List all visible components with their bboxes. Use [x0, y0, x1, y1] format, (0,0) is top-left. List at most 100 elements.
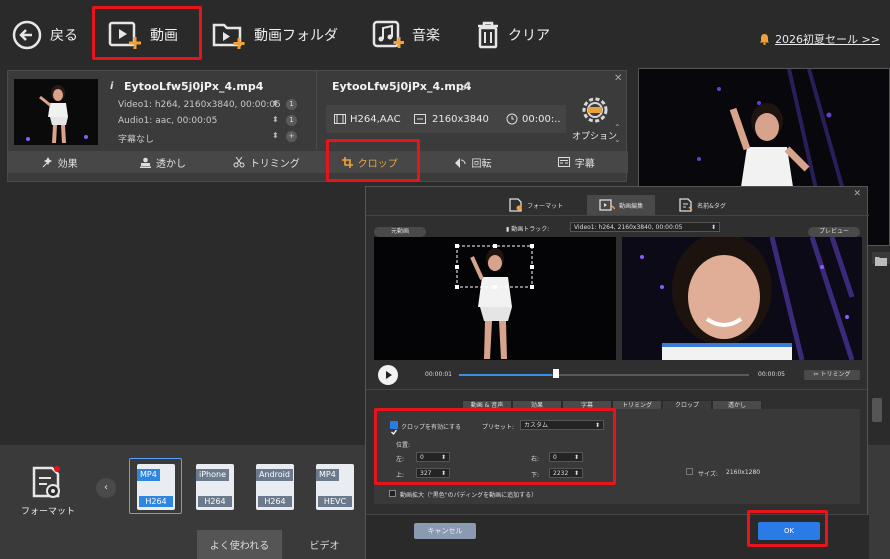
time-start: 00:00:01	[425, 371, 452, 378]
tab-name-tag[interactable]: 名前&タグ	[667, 195, 738, 215]
preview-label: プレビュー	[808, 227, 860, 237]
play-button[interactable]	[378, 365, 398, 385]
card-scroll-up-icon[interactable]: ⌃	[614, 123, 621, 132]
dialog-tabs: フォーマット 動画編集 名前&タグ	[366, 195, 869, 215]
preset-mp4-h264[interactable]: MP4 H264	[129, 458, 182, 514]
trim-tool[interactable]: トリミング	[215, 151, 318, 173]
side-scrollbar[interactable]	[872, 398, 882, 422]
audio-track-dropdown-icon[interactable]: ⬍	[272, 115, 279, 124]
options-gear-icon[interactable]	[578, 93, 612, 127]
side-folder-button[interactable]	[872, 252, 890, 266]
highlight-crop-settings	[374, 408, 616, 485]
watermark-icon	[139, 157, 151, 168]
options-label[interactable]: オプション	[572, 129, 617, 142]
player-divider	[366, 389, 869, 390]
highlight-ok-button	[747, 510, 828, 547]
promo-label: 2026初夏セール >>	[775, 33, 880, 46]
preset-android-h264[interactable]: Android H264	[250, 460, 298, 512]
timeline-handle[interactable]	[553, 369, 559, 378]
effect-tool[interactable]: 効果	[8, 151, 111, 173]
trim-scissors-icon: ✂	[813, 371, 819, 378]
watermark-tool[interactable]: 透かし	[111, 151, 214, 173]
track-label-text: 動画トラック:	[511, 226, 550, 233]
preset-mp4-hevc[interactable]: MP4 HEVC	[310, 460, 358, 512]
preset-iphone-h264[interactable]: iPhone H264	[190, 460, 238, 512]
timeline-track[interactable]	[459, 374, 749, 376]
tab-video[interactable]: ビデオ	[282, 530, 367, 559]
video-thumbnail[interactable]	[14, 79, 98, 145]
clear-button[interactable]: クリア	[476, 10, 550, 60]
video-folder-icon	[212, 23, 245, 49]
folder-label: 動画フォルダ	[254, 28, 338, 44]
add-folder-button[interactable]: 動画フォルダ	[212, 10, 338, 60]
preset-card: Android H264	[256, 464, 294, 510]
preset-bottom-label: H264	[139, 496, 173, 507]
back-button[interactable]: 戻る	[12, 10, 78, 60]
subtitle-dropdown-icon[interactable]: ⬍	[272, 131, 279, 140]
add-music-button[interactable]: 音楽	[372, 10, 440, 60]
trim-button-label: トリミング	[820, 371, 851, 378]
subtitle-add-icon[interactable]: +	[286, 131, 297, 142]
clock-icon	[506, 113, 518, 125]
tab-format[interactable]: フォーマット	[497, 195, 575, 215]
rotate-icon	[455, 157, 466, 168]
video-track-dropdown-icon[interactable]: ⬍	[272, 99, 279, 108]
promo-link[interactable]: 2026初夏セール >>	[759, 31, 880, 47]
video-track-count: 1	[286, 99, 297, 110]
resolution-icon	[414, 114, 426, 124]
bell-icon	[760, 34, 770, 45]
trash-icon	[478, 21, 498, 49]
scissors-icon	[233, 156, 245, 167]
subtitle-tool[interactable]: 字幕	[525, 151, 628, 173]
player-bar: 00:00:01 00:00:05 ✂ トリミング	[374, 364, 866, 386]
tab-common[interactable]: よく使われる	[197, 530, 282, 559]
original-video-view	[374, 237, 616, 360]
video-edit-tab-icon	[599, 199, 616, 211]
video-track-info: Video1: h264, 2160x3840, 00:00:05	[118, 100, 281, 110]
preset-bottom-label: H264	[258, 496, 292, 507]
audio-track-count: 1	[286, 115, 297, 126]
output-codec: H264,AAC	[350, 114, 401, 125]
edit-toolbar: 効果 透かし トリミング クロップ 回転 字幕	[8, 151, 628, 173]
preset-card: iPhone H264	[196, 464, 234, 510]
file-card: i EytooLfw5j0jPx_4.mp4 Video1: h264, 216…	[7, 70, 628, 182]
padding-label: 動画拡大（"黒色"のパディングを動画に追加する）	[400, 492, 538, 499]
trim-button[interactable]: ✂ トリミング	[804, 370, 860, 380]
settings-dialog: ✕ フォーマット 動画編集 名前&タグ 元動画 ▮ 動画トラック: Video1…	[365, 186, 869, 559]
track-film-icon: ▮	[506, 226, 510, 233]
video-track-select[interactable]: Video1: h264, 2160x3840, 00:00:05 ⬍	[570, 222, 720, 232]
output-tabs: よく使われる ビデオ	[197, 530, 367, 559]
back-arrow-icon	[12, 20, 42, 50]
preset-card: MP4 HEVC	[316, 464, 354, 510]
size-lock-icon[interactable]	[686, 468, 693, 475]
tab-video-edit[interactable]: 動画編集	[587, 195, 656, 215]
subtitle-info: 字幕なし	[118, 135, 155, 145]
preset-top-label: MP4	[137, 469, 160, 481]
thumbnail-image	[14, 79, 98, 145]
rename-pencil-icon[interactable]	[460, 81, 471, 92]
close-card-icon[interactable]: ✕	[614, 73, 622, 84]
film-icon	[334, 114, 346, 124]
padding-checkbox[interactable]	[389, 490, 396, 497]
preset-bottom-label: HEVC	[318, 496, 352, 507]
presets-prev-button[interactable]: ‹	[96, 478, 116, 498]
effect-label: 効果	[57, 158, 78, 170]
card-scroll-down-icon[interactable]: ⌄	[614, 135, 621, 144]
tabs-divider	[366, 215, 869, 216]
cancel-button[interactable]: キャンセル	[414, 523, 476, 539]
format-button[interactable]: フォーマット	[20, 466, 76, 526]
output-file-name: EytooLfw5j0jPx_4.mp4	[332, 80, 472, 93]
original-video-label: 元動画	[374, 227, 426, 237]
preset-top-label: Android	[256, 469, 293, 481]
size-label: サイズ:	[698, 471, 718, 478]
trim-label: トリミング	[249, 158, 300, 170]
card-divider	[316, 71, 317, 149]
info-icon[interactable]: i	[110, 81, 113, 92]
output-duration: 00:00:..	[522, 114, 561, 125]
highlight-video-button	[92, 6, 202, 60]
track-select-value: Video1: h264, 2160x3840, 00:00:05	[574, 224, 683, 231]
rotate-tool[interactable]: 回転	[421, 151, 524, 173]
timeline-progress	[459, 374, 552, 376]
preset-top-label: iPhone	[196, 469, 230, 481]
tab-video-edit-label: 動画編集	[619, 202, 644, 210]
